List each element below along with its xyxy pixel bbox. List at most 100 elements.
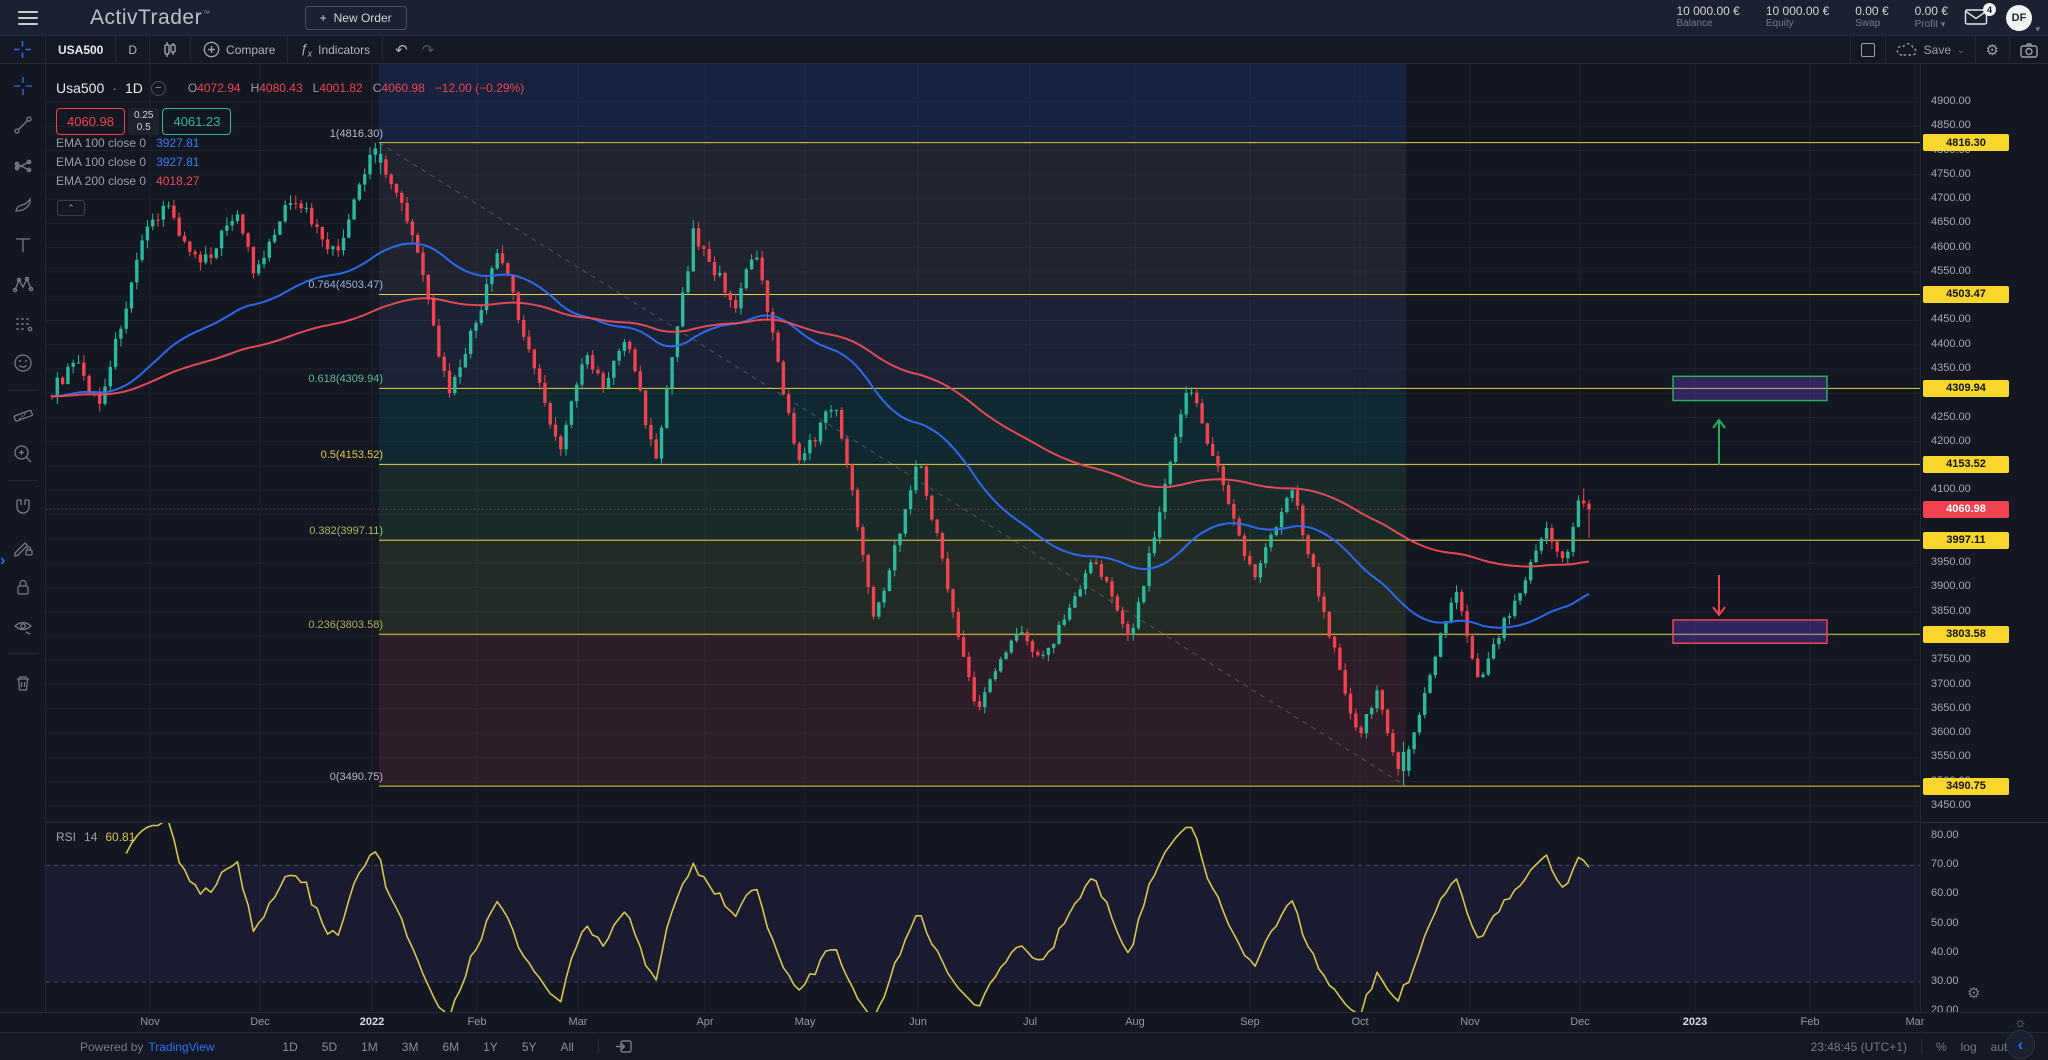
new-order-button[interactable]: + New Order [305,6,407,30]
range-button-5d[interactable]: 5D [314,1038,345,1056]
text-tool-icon[interactable] [0,228,46,262]
compare-button[interactable]: Compare [191,36,288,64]
time-axis[interactable]: ☼ NovDec2022FebMarAprMayJunJulAugSepOctN… [0,1012,2048,1032]
crosshair-mode-button[interactable] [0,36,46,64]
axis-options: 23:48:45 (UTC+1) % log auto [1811,1039,2014,1055]
redo-icon[interactable]: ↷ [422,41,435,59]
rsi-settings-gear-icon[interactable]: ⚙ [1967,984,1980,1002]
toolbar-right: Save ⌄ ⚙ [1850,36,2048,64]
delete-tool-icon[interactable] [0,666,46,700]
activtrader-app: ActivTrader™ + New Order 10 000.00 € Bal… [0,0,2048,1060]
hide-drawings-tool-icon[interactable] [0,610,46,644]
fib-level-label: 0.5(4153.52) [321,449,383,461]
forecast-tool-icon[interactable] [0,307,46,341]
rsi-tick: 40.00 [1931,946,1959,958]
price-tick: 3550.00 [1931,750,1971,762]
price-tick: 3650.00 [1931,702,1971,714]
range-button-3m[interactable]: 3M [394,1038,427,1056]
short-zone-rect[interactable] [1673,620,1827,643]
save-layout-button[interactable]: Save ⌄ [1885,36,1975,64]
brush-tool-icon[interactable] [0,189,46,223]
range-button-1m[interactable]: 1M [353,1038,386,1056]
symbol-button[interactable]: USA500 [46,36,116,64]
emoji-tool-icon[interactable] [0,346,46,380]
candles-icon [162,41,178,58]
price-tick: 4900.00 [1931,95,1971,107]
chart-legend: Usa500 · 1D − O4072.94 H4080.43 L4001.82… [56,80,524,96]
swap-label: Swap [1855,18,1880,30]
gear-icon: ⚙ [1986,41,1999,59]
price-tick: 3750.00 [1931,653,1971,665]
rsi-tick: 70.00 [1931,858,1959,870]
camera-icon [2020,43,2038,58]
draw-lock-tool-icon[interactable] [0,530,46,564]
indicator-row[interactable]: EMA 100 close 03927.81 [56,155,199,169]
indicators-button[interactable]: ƒx Indicators [288,36,383,64]
time-label-month: Mar [569,1016,588,1028]
quote-panel: 4060.98 0.250.5 4061.23 [56,108,231,135]
gann-fib-tool-icon[interactable] [0,149,46,183]
indicator-row[interactable]: EMA 100 close 03927.81 [56,136,199,150]
price-tick: 4600.00 [1931,241,1971,253]
hide-indicator-icon[interactable]: − [151,81,166,96]
range-button-6m[interactable]: 6M [434,1038,467,1056]
fx-icon: ƒx [300,41,312,59]
mail-button[interactable]: 4 [1964,7,1990,29]
object-tree-chevron-icon[interactable]: › [0,552,5,570]
rsi-tick: 80.00 [1931,829,1959,841]
ruler-tool-icon[interactable] [0,398,46,432]
magnet-tool-icon[interactable] [0,490,46,524]
trend-line-tool-icon[interactable] [0,108,46,142]
sidebar-divider [8,653,38,654]
layout-button[interactable] [1850,36,1885,64]
undo-icon[interactable]: ↶ [395,41,408,59]
range-button-5y[interactable]: 5Y [514,1038,545,1056]
time-label-month: Dec [250,1016,270,1028]
xabcd-pattern-tool-icon[interactable] [0,268,46,302]
interval-button[interactable]: D [116,36,150,64]
sell-arrow-icon[interactable] [1713,575,1725,615]
log-scale-button[interactable]: log [1961,1040,1977,1054]
indicator-row[interactable]: EMA 200 close 04018.27 [56,174,199,188]
go-to-date-button[interactable] [598,1039,632,1054]
range-button-all[interactable]: All [553,1038,582,1056]
chart-settings-button[interactable]: ⚙ [1975,36,2009,64]
time-label-month: Dec [1570,1016,1590,1028]
top-bar: ActivTrader™ + New Order 10 000.00 € Bal… [0,0,2048,36]
price-axis[interactable]: ⚙ 4900.004850.004800.004750.004700.00465… [1920,64,2048,1012]
range-button-1y[interactable]: 1Y [475,1038,506,1056]
balance-column: 10 000.00 € Balance [1676,4,1739,30]
powered-by: Powered by TradingView [80,1040,214,1054]
profit-column[interactable]: 0.00 € Profit ▾ [1915,4,1948,31]
sell-button[interactable]: 4060.98 [56,108,125,135]
price-tick: 3850.00 [1931,605,1971,617]
percent-scale-button[interactable]: % [1936,1040,1947,1054]
time-label-month: Jul [1023,1016,1037,1028]
chart-plot[interactable]: Usa500 · 1D − O4072.94 H4080.43 L4001.82… [46,64,1920,1012]
crosshair-tool-icon[interactable] [0,69,46,103]
balance-value: 10 000.00 € [1676,4,1739,18]
price-tick: 3950.00 [1931,556,1971,568]
low-value: 4001.82 [319,81,362,95]
buy-arrow-icon[interactable] [1713,420,1725,465]
price-tick: 4200.00 [1931,435,1971,447]
brightness-icon[interactable]: ☼ [2014,1014,2027,1030]
fib-axis-flag: 4153.52 [1923,456,2009,473]
chart-style-button[interactable] [150,36,191,64]
chevron-down-icon: ▾ [1941,19,1946,29]
collapse-panel-button[interactable]: ‹ [2006,1030,2035,1059]
lock-all-tool-icon[interactable] [0,570,46,604]
legend-symbol[interactable]: Usa500 [56,80,104,96]
time-label-year: 2023 [1683,1016,1707,1028]
tradingview-link[interactable]: TradingView [148,1040,214,1054]
hamburger-menu-icon[interactable] [18,11,38,25]
buy-button[interactable]: 4061.23 [162,108,231,135]
collapse-legend-button[interactable]: ⌃ [57,200,85,216]
long-zone-rect[interactable] [1673,376,1827,400]
avatar[interactable]: DF [2006,5,2032,31]
plus-icon: + [320,11,327,25]
range-button-1d[interactable]: 1D [274,1038,305,1056]
indicator-value: 3927.81 [156,155,199,169]
snapshot-button[interactable] [2009,36,2048,64]
zoom-in-tool-icon[interactable] [0,437,46,471]
